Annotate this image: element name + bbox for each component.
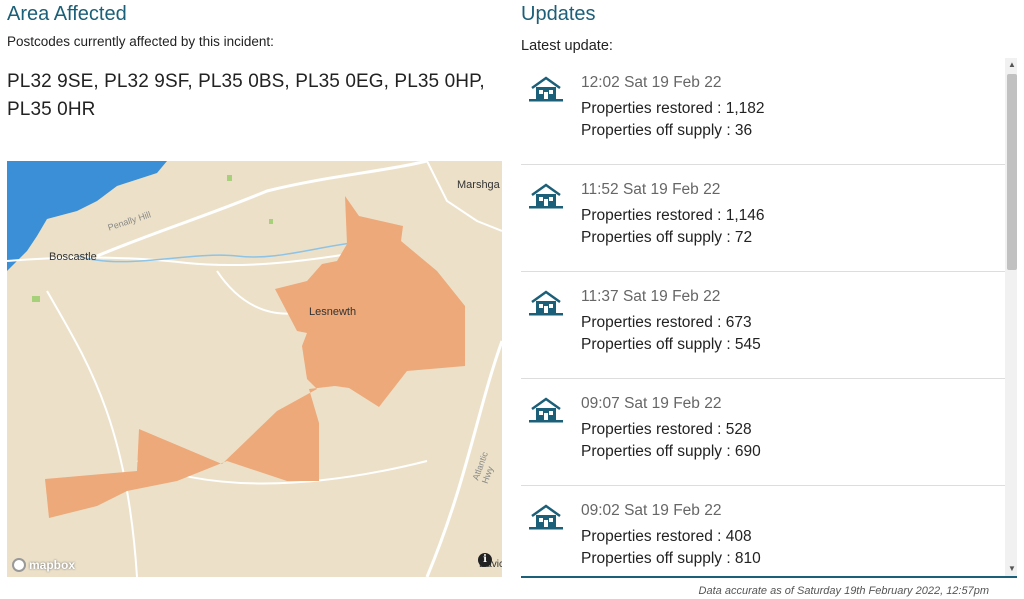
properties-restored: Properties restored : 1,146 bbox=[581, 207, 765, 224]
properties-off-supply: Properties off supply : 810 bbox=[581, 550, 761, 567]
properties-off-supply: Properties off supply : 36 bbox=[581, 122, 753, 139]
postcodes-subtitle: Postcodes currently affected by this inc… bbox=[7, 34, 274, 49]
mapbox-text: mapbox bbox=[29, 558, 76, 572]
update-time: 11:37 Sat 19 Feb 22 bbox=[581, 288, 721, 305]
scroll-up-icon[interactable]: ▲ bbox=[1005, 58, 1017, 72]
properties-restored: Properties restored : 528 bbox=[581, 421, 752, 438]
update-item: 09:02 Sat 19 Feb 22 Properties restored … bbox=[521, 486, 1005, 576]
updates-panel: Updates Latest update: 12:02 Sat 19 Feb … bbox=[521, 0, 1019, 599]
update-time: 09:07 Sat 19 Feb 22 bbox=[581, 395, 722, 412]
map-label-boscastle: Boscastle bbox=[49, 251, 97, 263]
road bbox=[426, 161, 502, 232]
update-item: 11:37 Sat 19 Feb 22 Properties restored … bbox=[521, 272, 1005, 379]
data-accuracy-note: Data accurate as of Saturday 19th Februa… bbox=[698, 585, 989, 597]
affected-area bbox=[45, 196, 465, 518]
map-label-marshgate: Marshga bbox=[457, 179, 500, 191]
update-item: 12:02 Sat 19 Feb 22 Properties restored … bbox=[521, 58, 1005, 165]
house-icon bbox=[529, 397, 563, 423]
updates-list[interactable]: 12:02 Sat 19 Feb 22 Properties restored … bbox=[521, 58, 1017, 578]
updates-scrollbar[interactable]: ▲ ▼ bbox=[1005, 58, 1017, 576]
update-time: 12:02 Sat 19 Feb 22 bbox=[581, 74, 722, 91]
house-icon bbox=[529, 504, 563, 530]
incident-map[interactable]: Boscastle Lesnewth Marshga Penally Hill … bbox=[7, 161, 502, 577]
update-time: 09:02 Sat 19 Feb 22 bbox=[581, 502, 722, 519]
mapbox-icon bbox=[12, 558, 26, 572]
area-affected-panel: Area Affected Postcodes currently affect… bbox=[0, 0, 510, 599]
properties-restored: Properties restored : 1,182 bbox=[581, 100, 765, 117]
properties-restored: Properties restored : 673 bbox=[581, 314, 752, 331]
update-item: 09:07 Sat 19 Feb 22 Properties restored … bbox=[521, 379, 1005, 486]
road bbox=[46, 290, 138, 577]
latest-update-label: Latest update: bbox=[521, 38, 613, 54]
area-affected-title: Area Affected bbox=[7, 3, 127, 25]
update-time: 11:52 Sat 19 Feb 22 bbox=[581, 181, 721, 198]
properties-restored: Properties restored : 408 bbox=[581, 528, 752, 545]
mapbox-logo[interactable]: mapbox bbox=[12, 558, 75, 572]
scroll-down-icon[interactable]: ▼ bbox=[1005, 562, 1017, 576]
properties-off-supply: Properties off supply : 72 bbox=[581, 229, 753, 246]
map-graphic bbox=[7, 161, 502, 577]
map-label-lesnewth: Lesnewth bbox=[309, 306, 357, 318]
updates-title: Updates bbox=[521, 3, 596, 25]
scroll-thumb[interactable] bbox=[1007, 74, 1017, 270]
update-item: 11:52 Sat 19 Feb 22 Properties restored … bbox=[521, 165, 1005, 272]
house-icon bbox=[529, 76, 563, 102]
properties-off-supply: Properties off supply : 690 bbox=[581, 443, 761, 460]
properties-off-supply: Properties off supply : 545 bbox=[581, 336, 761, 353]
postcodes-list: PL32 9SE, PL32 9SF, PL35 0BS, PL35 0EG, … bbox=[7, 71, 485, 120]
info-icon[interactable]: i bbox=[478, 553, 492, 567]
house-icon bbox=[529, 183, 563, 209]
house-icon bbox=[529, 290, 563, 316]
